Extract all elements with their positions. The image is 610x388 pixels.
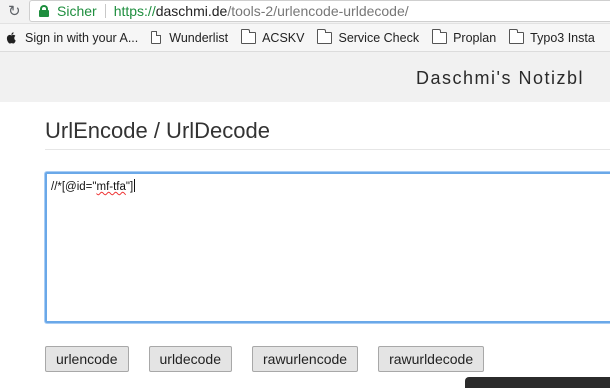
bookmark-acskv[interactable]: ACSKV [241,28,305,45]
title-divider [45,149,610,150]
bookmark-typo3[interactable]: Typo3 Insta [509,28,595,45]
bookmark-label: Wunderlist [169,30,229,45]
url-field[interactable]: Sicher https://daschmi.de/tools-2/urlenc… [29,0,610,22]
bookmark-wunderlist[interactable]: Wunderlist [151,31,228,45]
document-icon [151,31,162,44]
input-text-misspelled: mf-tfa [96,181,126,193]
input-text-prefix: //*[@id=" [51,181,97,193]
url-scheme: https:// [113,3,156,19]
site-title[interactable]: Daschmi's Notizbl [416,68,584,89]
bookmark-label: ACSKV [262,30,305,45]
lock-icon [39,5,49,17]
omnibox-divider [104,4,106,18]
bookmark-proplan[interactable]: Proplan [432,28,497,45]
urlencode-button[interactable]: urlencode [45,346,129,372]
input-text-suffix: "] [125,181,134,193]
reload-icon[interactable]: ↻ [8,4,22,19]
bookmark-service-check[interactable]: Service Check [317,28,420,45]
url-input-textarea[interactable]: //*[@id="mf-tfa"] [45,172,610,323]
secure-label[interactable]: Sicher [57,3,97,19]
bookmark-sign-in-apple[interactable]: Sign in with your A... [6,31,138,45]
action-buttons: urlencode urldecode rawurlencode rawurld… [45,346,504,372]
folder-icon [432,28,448,44]
url-path: /tools-2/urlencode-urldecode/ [227,3,409,19]
address-bar: ↻ Sicher https://daschmi.de/tools-2/urle… [0,0,610,24]
site-header: Daschmi's Notizbl [0,52,610,102]
folder-icon [317,28,333,44]
folder-icon [509,28,525,44]
bookmark-label: Service Check [338,30,420,45]
text-cursor [134,179,136,192]
rawurldecode-button[interactable]: rawurldecode [378,346,485,372]
folder-icon [241,28,257,44]
bookmarks-bar: Sign in with your A... Wunderlist ACSKV … [0,24,610,52]
bookmark-label: Proplan [453,30,497,45]
apple-icon [6,32,16,44]
bookmark-label: Sign in with your A... [25,30,139,45]
url-domain: daschmi.de [155,3,228,19]
page-title: UrlEncode / UrlDecode [45,118,270,143]
rawurlencode-button[interactable]: rawurlencode [252,346,359,372]
overlay-panel-edge [465,377,610,388]
bookmark-label: Typo3 Insta [530,30,595,45]
urldecode-button[interactable]: urldecode [148,346,232,372]
